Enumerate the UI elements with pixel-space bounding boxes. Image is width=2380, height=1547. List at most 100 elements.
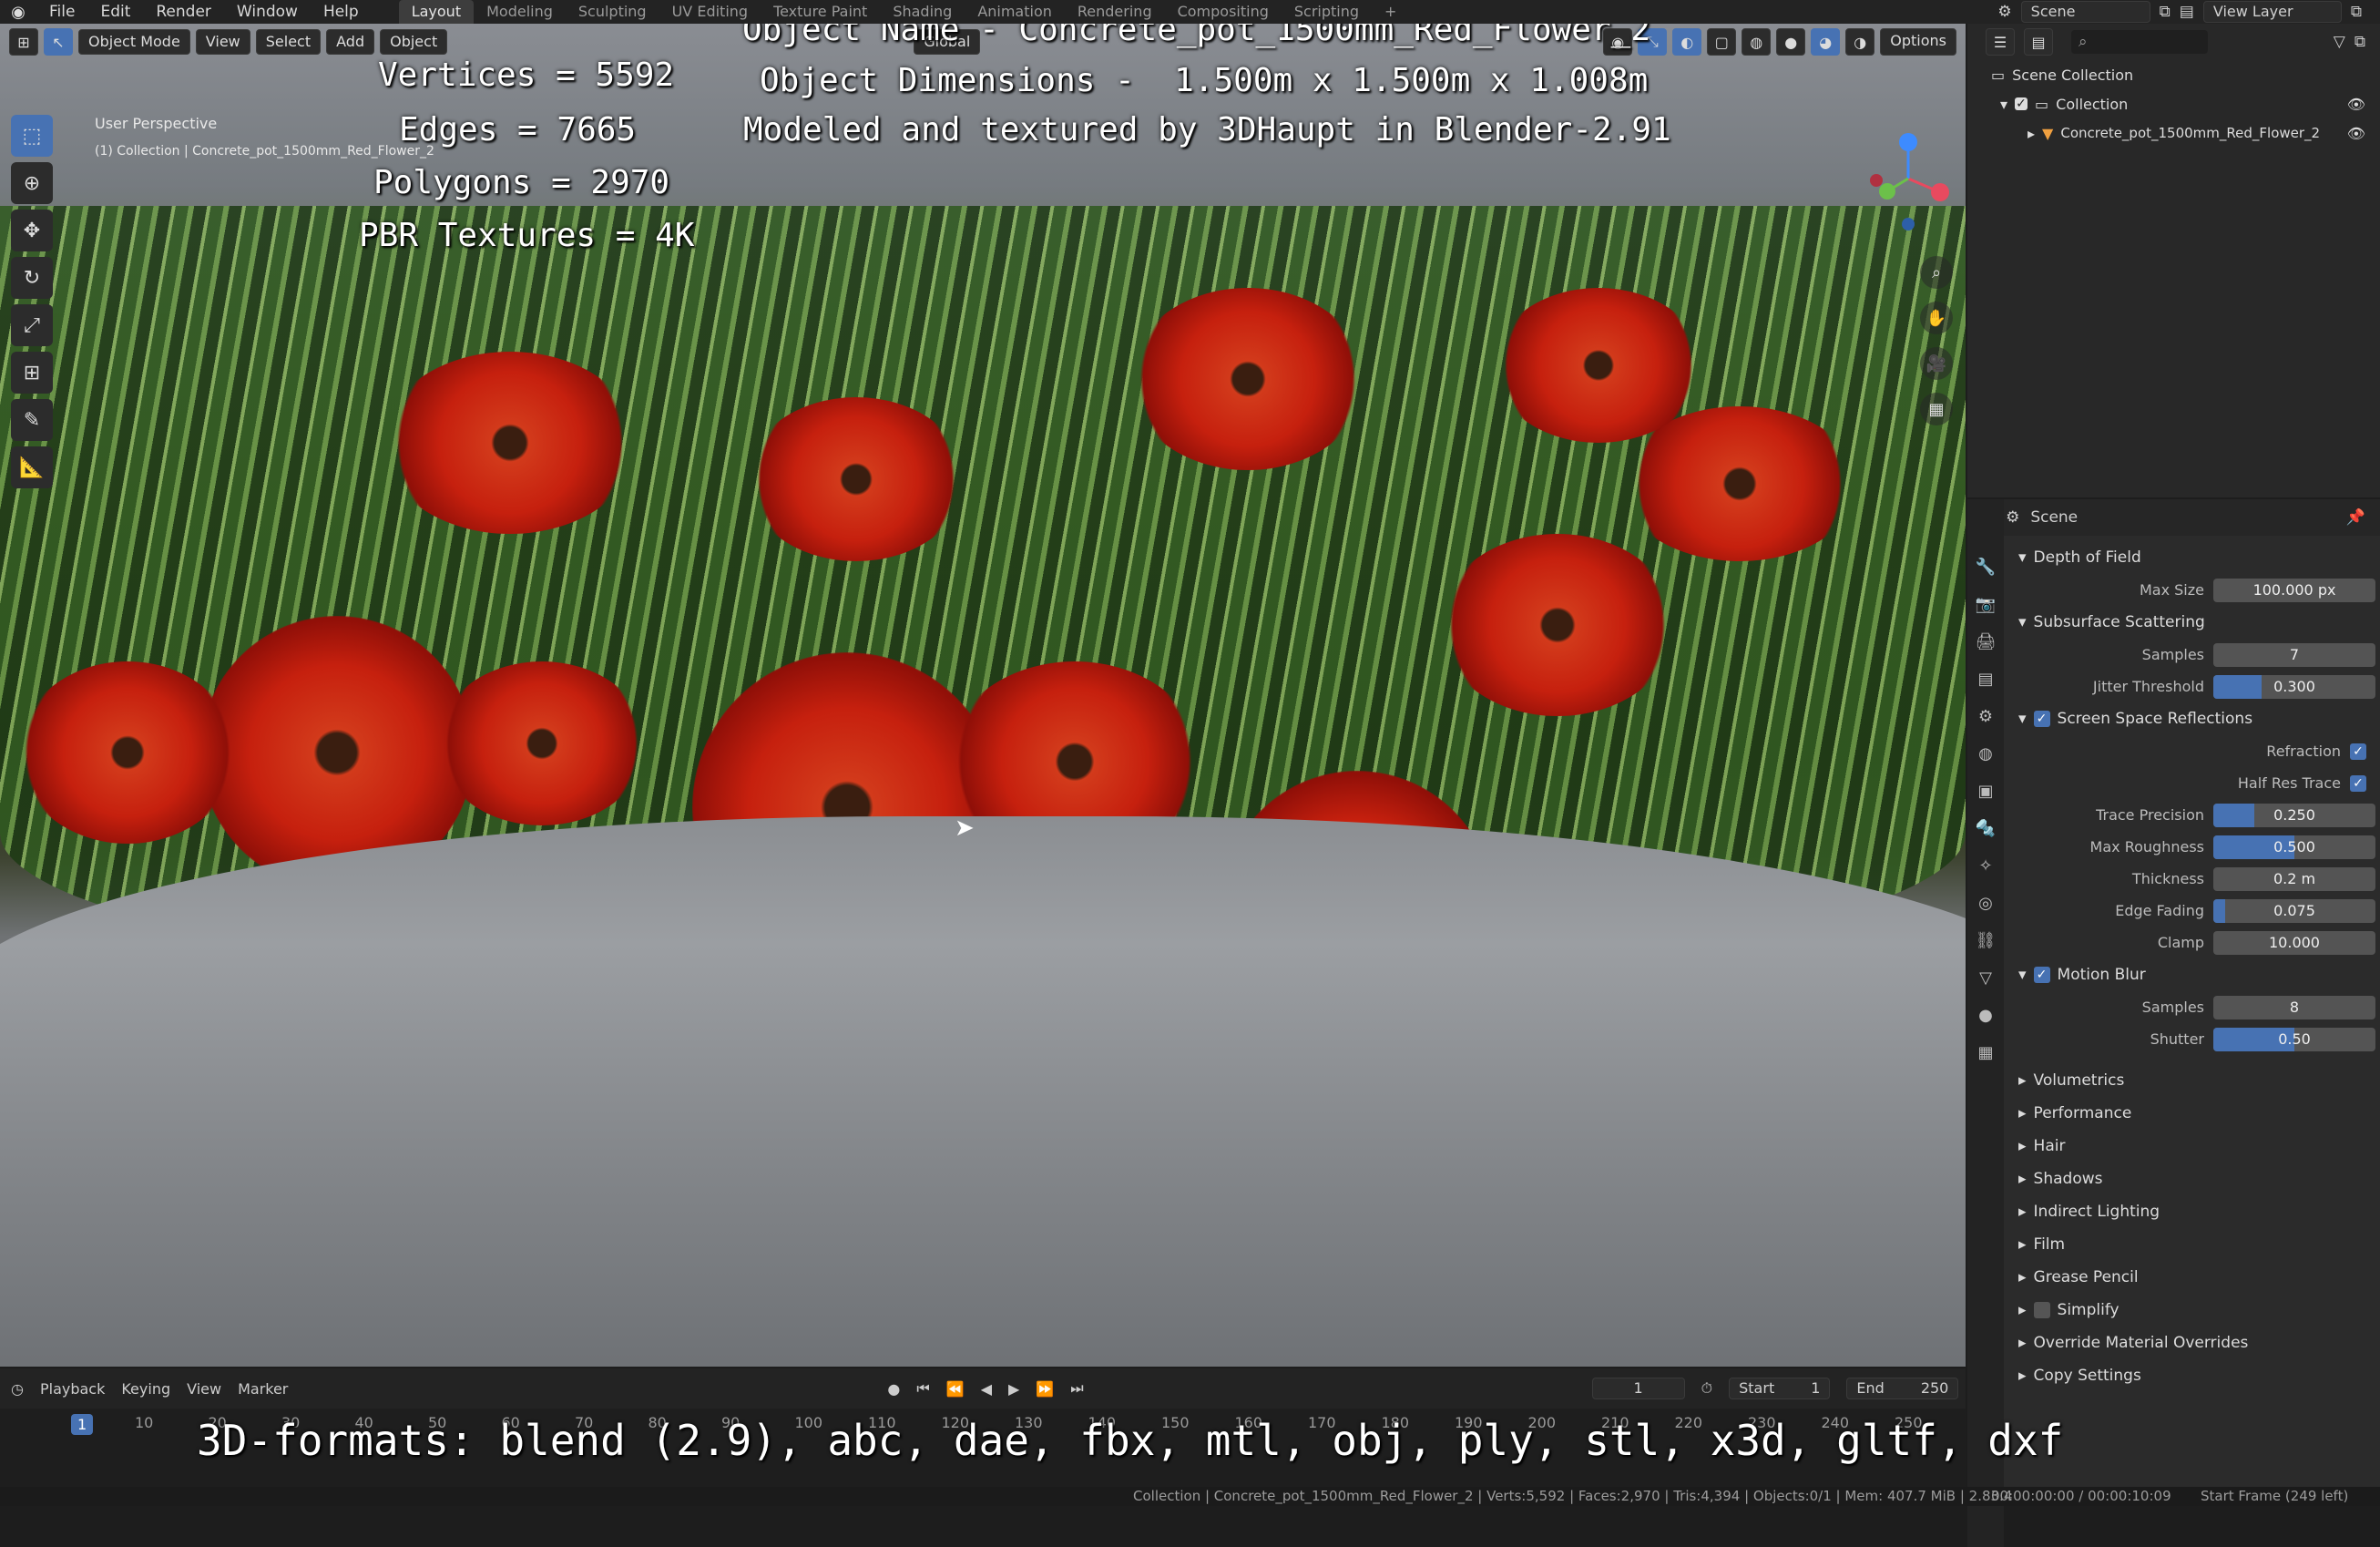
tab-modeling[interactable]: Modeling <box>474 0 566 24</box>
select-tool-icon[interactable]: ↖ <box>44 28 73 56</box>
select-menu[interactable]: Select <box>255 29 322 55</box>
ortho-grid-icon[interactable]: ▦ <box>1920 393 1953 425</box>
outliner-search-input[interactable]: ⌕ <box>2071 30 2208 54</box>
motion-blur-panel-header[interactable]: ▾ ✓ Motion Blur <box>2004 958 2380 991</box>
max-size-field[interactable]: 100.000 px <box>2213 578 2375 602</box>
tab-scripting[interactable]: Scripting <box>1282 0 1372 24</box>
mb-samples-field[interactable]: 8 <box>2213 995 2375 1019</box>
new-collection-icon[interactable]: ⧉ <box>2354 33 2365 51</box>
ssr-panel-header[interactable]: ▾ ✓ Screen Space Reflections <box>2004 702 2380 735</box>
volumetrics-panel-header[interactable]: ▸ Volumetrics <box>2004 1064 2380 1097</box>
material-preview-icon[interactable]: ◕ <box>1811 28 1841 56</box>
menu-render[interactable]: Render <box>143 0 224 24</box>
move-icon[interactable]: ✥ <box>11 210 53 251</box>
texture-tab-icon[interactable]: ▦ <box>1973 1040 1998 1065</box>
thickness-field[interactable]: 0.2 m <box>2213 866 2375 891</box>
collection-checkbox[interactable]: ✓ <box>2015 97 2028 111</box>
object-tab-icon[interactable]: ▣ <box>1973 778 1998 804</box>
tab-texture-paint[interactable]: Texture Paint <box>761 0 880 24</box>
tab-animation[interactable]: Animation <box>965 0 1065 24</box>
menu-help[interactable]: Help <box>311 0 372 24</box>
end-frame-field[interactable]: End 250 <box>1846 1378 1959 1399</box>
object-menu[interactable]: Object <box>380 29 448 55</box>
copy-view-layer-icon[interactable]: ⧉ <box>2351 3 2362 21</box>
current-frame-field[interactable]: 1 <box>1591 1378 1685 1399</box>
tool-tab-icon[interactable]: 🔧 <box>1973 554 1998 579</box>
filter-icon[interactable]: ▽ <box>2334 33 2345 51</box>
sss-panel-header[interactable]: ▾ Subsurface Scattering <box>2004 606 2380 639</box>
jitter-threshold-slider[interactable]: 0.300 <box>2213 674 2375 699</box>
rotate-icon[interactable]: ↻ <box>11 257 53 299</box>
view-layer-selector[interactable]: View Layer <box>2202 1 2342 23</box>
outliner-collection[interactable]: ▾ ✓ ▭ Collection 👁 <box>1967 89 2380 118</box>
view-layer-icon[interactable]: ▤ <box>2180 3 2194 21</box>
overlay-toggle-icon[interactable]: ◐ <box>1672 28 1702 56</box>
eye-icon[interactable]: 👁 <box>2347 125 2380 142</box>
transform-icon[interactable]: ⊞ <box>11 352 53 394</box>
world-tab-icon[interactable]: ◍ <box>1973 741 1998 766</box>
physics-tab-icon[interactable]: ◎ <box>1973 890 1998 916</box>
render-tab-icon[interactable]: 📷 <box>1973 591 1998 617</box>
scene-selector[interactable]: Scene <box>2020 1 2150 23</box>
add-workspace-button[interactable]: + <box>1372 0 1409 24</box>
indirect-lighting-panel-header[interactable]: ▸ Indirect Lighting <box>2004 1195 2380 1228</box>
pan-hand-icon[interactable]: ✋ <box>1920 302 1953 334</box>
play-reverse-icon[interactable]: ◀ <box>981 1380 992 1398</box>
next-keyframe-icon[interactable]: ⏩ <box>1036 1380 1054 1398</box>
tab-layout[interactable]: Layout <box>398 0 475 24</box>
particles-tab-icon[interactable]: ✧ <box>1973 853 1998 878</box>
start-frame-field[interactable]: Start 1 <box>1729 1378 1831 1399</box>
tab-rendering[interactable]: Rendering <box>1065 0 1165 24</box>
rendered-shading-icon[interactable]: ◑ <box>1845 28 1875 56</box>
display-mode-icon[interactable]: ▤ <box>2024 28 2053 56</box>
tab-sculpting[interactable]: Sculpting <box>566 0 659 24</box>
menu-window[interactable]: Window <box>224 0 311 24</box>
shadows-panel-header[interactable]: ▸ Shadows <box>2004 1163 2380 1195</box>
trace-precision-slider[interactable]: 0.250 <box>2213 803 2375 827</box>
clamp-field[interactable]: 10.000 <box>2213 930 2375 955</box>
zoom-icon[interactable]: ⌕ <box>1920 256 1953 289</box>
annotate-icon[interactable]: ✎ <box>11 399 53 441</box>
object-mode-dropdown[interactable]: Object Mode <box>78 29 190 55</box>
keying-menu[interactable]: Keying <box>121 1380 170 1398</box>
cursor-icon[interactable]: ⊕ <box>11 162 53 204</box>
scene-tab-icon[interactable]: ⚙ <box>1973 703 1998 729</box>
outliner-object[interactable]: ▸ ▼ Concrete_pot_1500mm_Red_Flower_2 👁 <box>1967 118 2380 148</box>
wireframe-shading-icon[interactable]: ◍ <box>1742 28 1772 56</box>
modifier-tab-icon[interactable]: 🔩 <box>1973 815 1998 841</box>
prev-keyframe-icon[interactable]: ⏪ <box>946 1380 965 1398</box>
view-layer-tab-icon[interactable]: ▤ <box>1973 666 1998 692</box>
copy-scene-icon[interactable]: ⧉ <box>2160 3 2171 21</box>
max-roughness-slider[interactable]: 0.500 <box>2213 835 2375 859</box>
performance-panel-header[interactable]: ▸ Performance <box>2004 1097 2380 1130</box>
refraction-checkbox[interactable]: ✓ <box>2350 743 2366 760</box>
scene-icon[interactable]: ⚙ <box>1997 3 2011 21</box>
scale-icon[interactable]: ⤢ <box>11 304 53 346</box>
tab-uv-editing[interactable]: UV Editing <box>659 0 761 24</box>
solid-shading-icon[interactable]: ● <box>1776 28 1806 56</box>
tab-shading[interactable]: Shading <box>880 0 965 24</box>
marker-menu[interactable]: Marker <box>238 1380 288 1398</box>
playback-menu[interactable]: Playback <box>40 1380 105 1398</box>
hair-panel-header[interactable]: ▸ Hair <box>2004 1130 2380 1163</box>
navigation-gizmo[interactable] <box>1858 124 1958 233</box>
film-panel-header[interactable]: ▸ Film <box>2004 1228 2380 1261</box>
add-menu[interactable]: Add <box>326 29 375 55</box>
eye-icon[interactable]: 👁 <box>2347 96 2380 113</box>
timeline-editor-icon[interactable]: ◷ <box>11 1380 24 1398</box>
select-box-icon[interactable]: ⬚ <box>11 115 53 157</box>
simplify-panel-header[interactable]: ▸ Simplify <box>2004 1294 2380 1327</box>
play-icon[interactable]: ▶ <box>1008 1380 1019 1398</box>
timeline-view-menu[interactable]: View <box>187 1380 221 1398</box>
constraints-tab-icon[interactable]: ⛓ <box>1973 927 1998 953</box>
sss-samples-field[interactable]: 7 <box>2213 642 2375 667</box>
material-tab-icon[interactable]: ● <box>1973 1002 1998 1028</box>
jump-end-icon[interactable]: ⏭ <box>1070 1379 1083 1398</box>
data-tab-icon[interactable]: ▽ <box>1973 965 1998 990</box>
blender-logo-icon[interactable]: ◉ <box>0 3 36 22</box>
options-dropdown[interactable]: Options <box>1880 28 1956 56</box>
3d-viewport[interactable]: ⊞ ↖ Object Mode View Select Add Object G… <box>0 24 1966 1367</box>
measure-icon[interactable]: 📐 <box>11 446 53 488</box>
stopwatch-icon[interactable]: ⏱ <box>1701 1379 1712 1398</box>
record-icon[interactable]: ● <box>887 1380 900 1398</box>
